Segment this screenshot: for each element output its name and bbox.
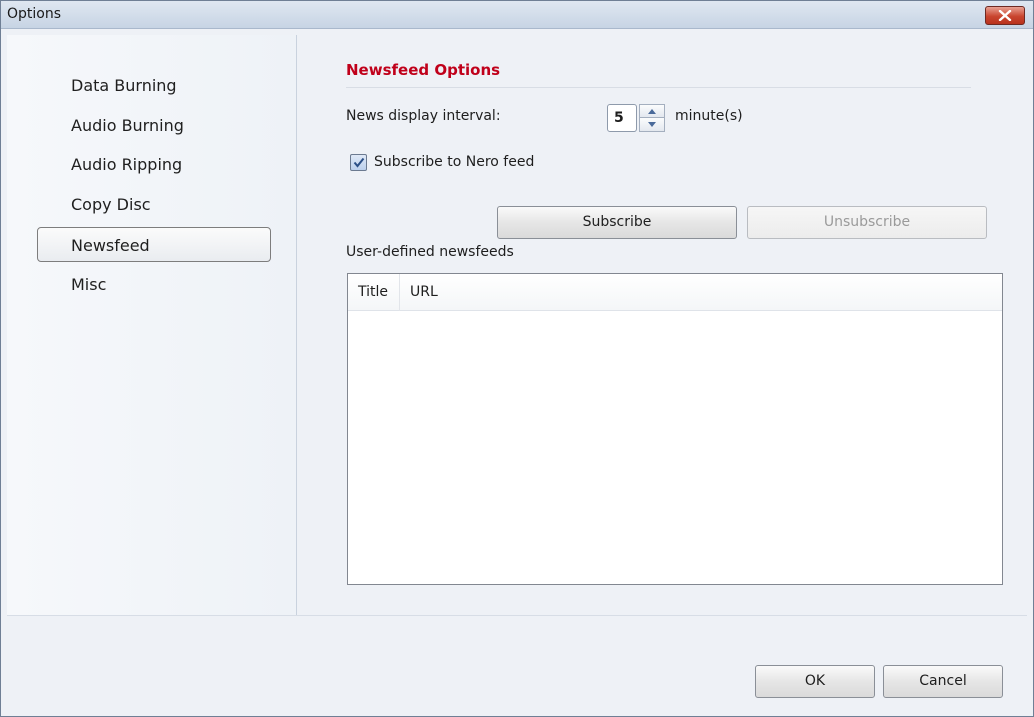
interval-unit: minute(s) — [675, 108, 743, 124]
options-dialog: Options Data Burning Audio Burning Audio… — [0, 0, 1034, 717]
nav-item-newsfeed[interactable]: Newsfeed — [37, 227, 271, 262]
nav-item-label: Misc — [71, 275, 107, 294]
window-title: Options — [7, 6, 62, 22]
column-header-title[interactable]: Title — [348, 274, 400, 311]
list-header: Title URL — [348, 274, 1002, 311]
nav-item-copy-disc[interactable]: Copy Disc — [37, 186, 269, 221]
interval-input[interactable]: 5 — [607, 104, 637, 132]
nav-item-label: Data Burning — [71, 76, 177, 95]
nav-item-label: Copy Disc — [71, 195, 151, 214]
options-nav: Data Burning Audio Burning Audio Ripping… — [7, 35, 297, 615]
checkmark-icon — [353, 157, 364, 168]
ok-button[interactable]: OK — [755, 665, 875, 698]
nav-item-label: Audio Ripping — [71, 155, 183, 174]
cancel-button[interactable]: Cancel — [883, 665, 1003, 698]
spin-down-button[interactable] — [639, 118, 665, 132]
subscribe-nero-label: Subscribe to Nero feed — [374, 154, 535, 170]
nav-item-audio-burning[interactable]: Audio Burning — [37, 107, 269, 142]
close-icon — [998, 10, 1012, 21]
interval-label: News display interval: — [346, 108, 501, 124]
nav-item-audio-ripping[interactable]: Audio Ripping — [37, 146, 269, 181]
nav-item-label: Newsfeed — [71, 236, 150, 255]
spin-up-button[interactable] — [639, 104, 665, 118]
interval-spinner — [639, 104, 665, 132]
section-divider — [346, 87, 971, 88]
nav-item-label: Audio Burning — [71, 116, 184, 135]
arrow-up-icon — [648, 108, 656, 114]
subscribe-nero-checkbox[interactable] — [350, 154, 367, 171]
footer-divider — [7, 615, 1027, 616]
arrow-down-icon — [648, 122, 656, 127]
close-button[interactable] — [985, 6, 1025, 25]
user-feeds-label: User-defined newsfeeds — [346, 244, 514, 260]
user-feeds-list[interactable]: Title URL — [347, 273, 1003, 585]
nav-item-data-burning[interactable]: Data Burning — [37, 67, 269, 102]
nav-item-misc[interactable]: Misc — [37, 266, 269, 301]
title-bar: Options — [1, 1, 1033, 29]
section-title: Newsfeed Options — [346, 61, 501, 79]
unsubscribe-button[interactable]: Unsubscribe — [747, 206, 987, 239]
column-header-url[interactable]: URL — [400, 274, 600, 311]
subscribe-button[interactable]: Subscribe — [497, 206, 737, 239]
